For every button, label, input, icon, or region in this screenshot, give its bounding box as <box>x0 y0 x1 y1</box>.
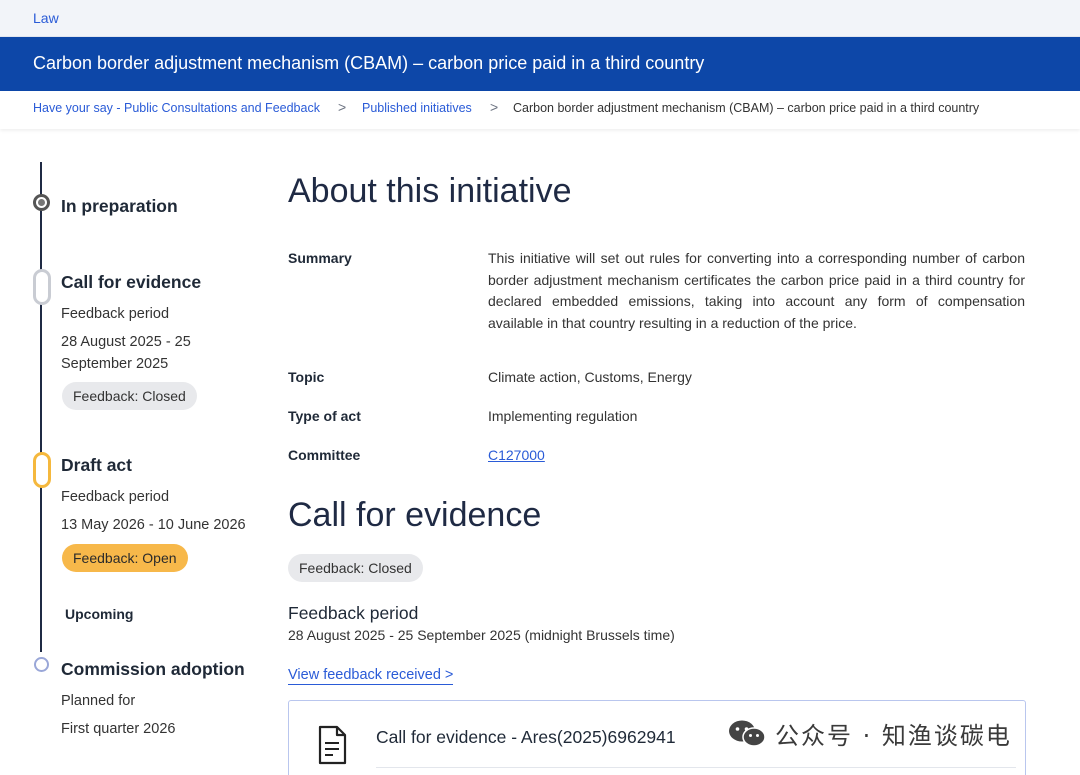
stage-marker-in-preparation <box>33 194 50 211</box>
topic-label: Topic <box>288 369 325 385</box>
status-badge-closed: Feedback: Closed <box>288 554 423 582</box>
breadcrumb-item-published-initiatives[interactable]: Published initiatives <box>362 101 472 115</box>
stage-title-in-preparation: In preparation <box>61 196 178 216</box>
summary-label: Summary <box>288 250 352 266</box>
stage-marker-call-for-evidence <box>33 269 51 305</box>
stage-dates: 13 May 2026 - 10 June 2026 <box>61 517 246 533</box>
stage-title-call-for-evidence[interactable]: Call for evidence <box>61 272 201 293</box>
call-for-evidence-heading: Call for evidence <box>288 496 542 534</box>
watermark-text: 公众号 · 知渔谈碳电 <box>775 721 1012 750</box>
divider <box>376 767 1016 768</box>
summary-text: This initiative will set out rules for c… <box>488 250 1025 331</box>
page-banner: Carbon border adjustment mechanism (CBAM… <box>0 37 1080 91</box>
stage-period-label: Feedback period <box>61 489 170 505</box>
planned-for-label: Planned for <box>61 693 136 709</box>
breadcrumb-item-have-your-say[interactable]: Have your say - Public Consultations and… <box>33 101 320 115</box>
wechat-icon <box>729 720 766 747</box>
stage-marker-commission-adoption <box>34 657 49 672</box>
breadcrumb: Have your say - Public Consultations and… <box>0 91 1080 129</box>
chevron-right-icon: > <box>338 99 347 115</box>
committee-label: Committee <box>288 447 361 463</box>
status-badge-closed: Feedback: Closed <box>62 382 197 410</box>
law-link[interactable]: Law <box>33 10 59 26</box>
breadcrumb-item-current: Carbon border adjustment mechanism (CBAM… <box>513 101 980 115</box>
stage-marker-draft-act <box>33 452 51 488</box>
type-of-act-label: Type of act <box>288 408 361 424</box>
stage-title-commission-adoption: Commission adoption <box>61 659 245 679</box>
feedback-period-dates: 28 August 2025 - 25 September 2025 (midn… <box>288 627 675 643</box>
stage-title-draft-act[interactable]: Draft act <box>61 455 132 476</box>
about-heading: About this initiative <box>288 172 572 210</box>
feedback-period-title: Feedback period <box>288 603 419 623</box>
chevron-right-icon: > <box>490 99 499 115</box>
document-title[interactable]: Call for evidence - Ares(2025)6962941 <box>376 727 676 748</box>
status-badge-open: Feedback: Open <box>62 544 188 572</box>
stage-period-label: Feedback period <box>61 306 170 322</box>
top-bar: Law <box>0 0 1080 37</box>
committee-link[interactable]: C127000 <box>488 447 545 463</box>
type-of-act-value: Implementing regulation <box>488 408 638 424</box>
document-icon <box>318 725 347 765</box>
committee-value: C127000 <box>488 447 545 463</box>
planned-for-value: First quarter 2026 <box>61 721 176 737</box>
page-title: Carbon border adjustment mechanism (CBAM… <box>33 53 705 73</box>
stage-dates-line1: 28 August 2025 - 25 <box>61 334 191 350</box>
watermark: 公众号 · 知渔谈碳电 <box>727 716 1012 750</box>
topic-value: Climate action, Customs, Energy <box>488 369 692 385</box>
stage-dates-line2: September 2025 <box>61 356 169 372</box>
view-feedback-link[interactable]: View feedback received > <box>288 667 454 685</box>
timeline-line <box>40 162 42 652</box>
upcoming-label: Upcoming <box>65 606 134 622</box>
